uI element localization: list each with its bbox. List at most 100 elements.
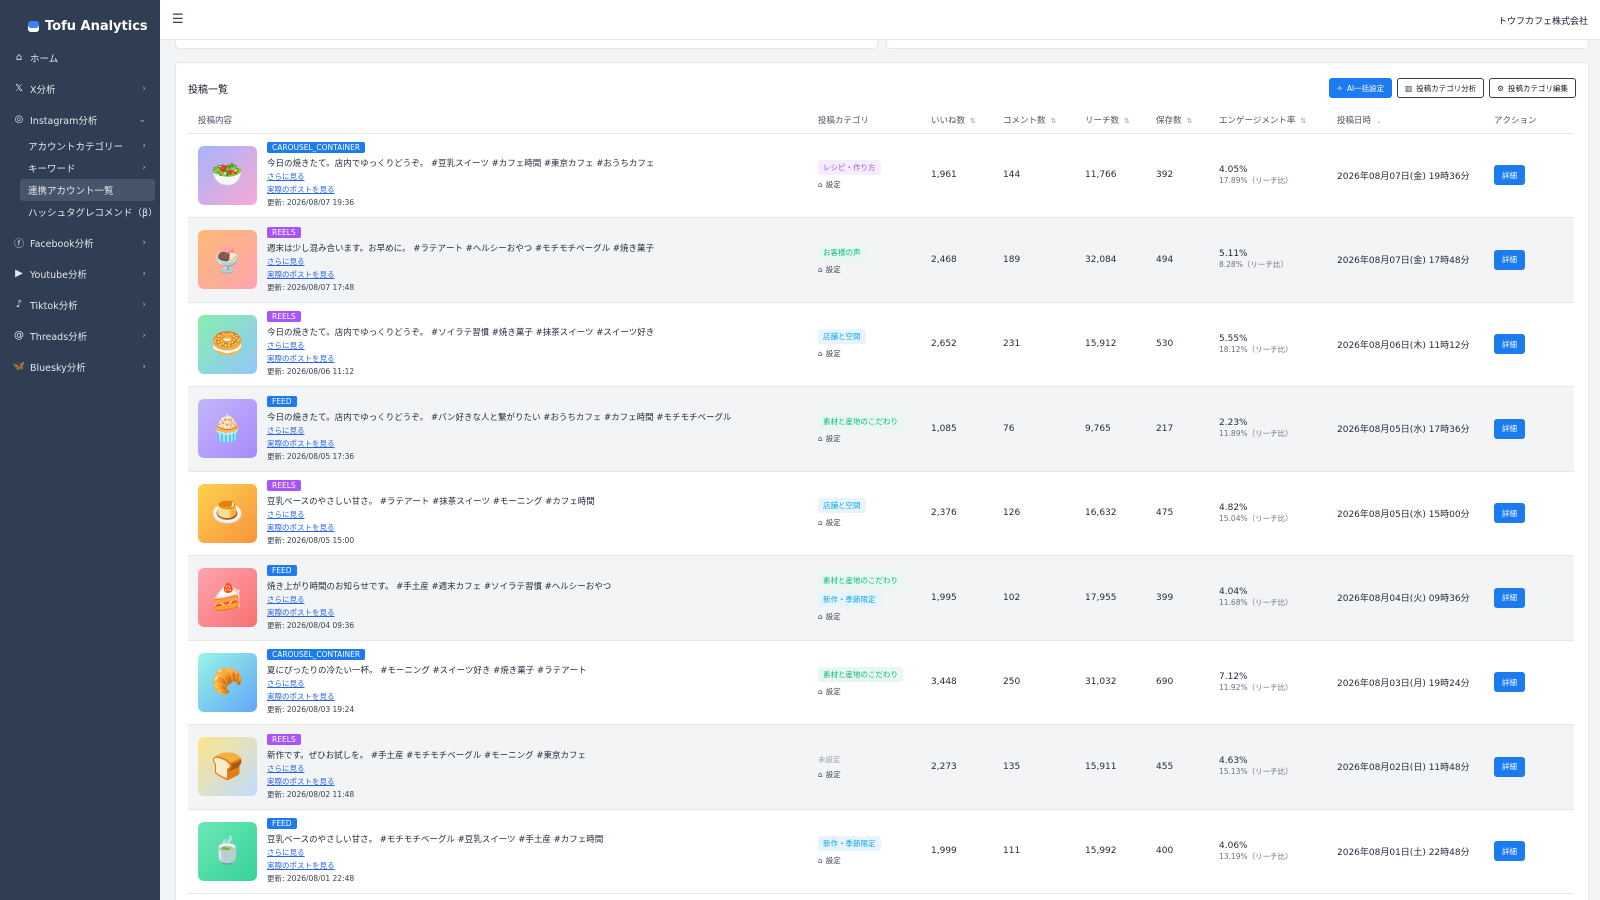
sort-desc-icon[interactable]: ⌄ — [1376, 117, 1382, 125]
view-post-link[interactable]: 実際のポストを見る — [267, 607, 611, 618]
see-more-link[interactable]: さらに見る — [267, 340, 654, 351]
brand[interactable]: Tofu Analytics — [0, 0, 160, 40]
column-header-1: 投稿カテゴリ — [808, 108, 921, 134]
sidebar-item-home[interactable]: ⌂ ホーム — [0, 42, 160, 73]
column-header-4[interactable]: リーチ数 ⇅ — [1075, 108, 1146, 134]
sort-icon[interactable]: ⇅ — [1051, 117, 1057, 125]
ai-bulk-setting-button[interactable]: ✧ AI一括設定 — [1328, 78, 1393, 98]
post-caption: 今日の焼きたて。店内でゆっくりどうぞ。 #ソイラテ習慣 #焼き菓子 #抹茶スイー… — [267, 328, 655, 339]
column-header-7[interactable]: 投稿日時 ⌄ — [1327, 108, 1484, 134]
post-content-cell: 🥗 CAROUSEL_CONTAINER 今日の焼きたて。店内でゆっくりどうぞ。 #… — [188, 133, 808, 218]
column-header-3[interactable]: コメント数 ⇅ — [993, 108, 1075, 134]
detail-button[interactable]: 詳細 — [1494, 756, 1525, 777]
view-post-link[interactable]: 実際のポストを見る — [267, 269, 654, 280]
instagram-icon: ◎ — [14, 114, 24, 125]
engagement: 5.55% 18.12%（リーチ比） — [1219, 334, 1327, 355]
sidebar-subitem-2[interactable]: 連携アカウント一覧 — [20, 179, 155, 201]
post-thumbnail[interactable]: 🥐 — [198, 652, 257, 712]
sidebar-item-facebook[interactable]: ⓕ Facebook分析 › — [0, 227, 160, 258]
sidebar-item-threads[interactable]: @ Threads分析 › — [0, 320, 160, 351]
engagement: 5.11% 8.28%（リーチ比） — [1219, 249, 1327, 270]
sidebar-item-youtube[interactable]: ▶ Youtube分析 › — [0, 258, 160, 289]
view-post-link[interactable]: 実際のポストを見る — [267, 184, 654, 195]
engagement-cell: 5.55% 18.12%（リーチ比） — [1209, 302, 1327, 387]
sidebar-item-tiktok[interactable]: ♪ Tiktok分析 › — [0, 289, 160, 320]
post-thumbnail[interactable]: 🍵 — [198, 821, 257, 881]
saves-count: 475 — [1156, 508, 1174, 519]
comments-count-cell: 250 — [993, 640, 1075, 725]
post-thumbnail[interactable]: 🍞 — [198, 737, 257, 797]
setting-label: 設定 — [825, 264, 841, 274]
view-post-link[interactable]: 実際のポストを見る — [267, 860, 603, 871]
category-setting-button[interactable]: ⌂ 設定 — [818, 855, 841, 866]
category-cell: お客様の声 ⌂ 設定 — [808, 217, 921, 303]
sort-icon[interactable]: ⇅ — [1187, 117, 1193, 125]
sort-icon[interactable]: ⇅ — [1300, 117, 1306, 125]
sidebar-subitem-1[interactable]: キーワード › — [0, 157, 160, 179]
chevron-icon: › — [142, 330, 146, 341]
detail-button[interactable]: 詳細 — [1494, 672, 1525, 693]
see-more-link[interactable]: さらに見る — [267, 509, 595, 520]
sort-icon[interactable]: ⇅ — [970, 117, 976, 125]
category-setting-button[interactable]: ⌂ 設定 — [818, 517, 841, 528]
action-cell: 詳細 — [1484, 640, 1574, 725]
view-post-link[interactable]: 実際のポストを見る — [267, 353, 654, 364]
sidebar-item-instagram[interactable]: ◎ Instagram分析 ⌄ — [0, 104, 160, 135]
post-thumbnail[interactable]: 🥯 — [198, 314, 257, 374]
category-setting-button[interactable]: ⌂ 設定 — [818, 686, 841, 697]
detail-button[interactable]: 詳細 — [1494, 841, 1525, 862]
detail-button[interactable]: 詳細 — [1494, 418, 1525, 439]
see-more-link[interactable]: さらに見る — [267, 678, 587, 689]
see-more-link[interactable]: さらに見る — [267, 847, 603, 858]
post-body: REELS 今日の焼きたて。店内でゆっくりどうぞ。 #ソイラテ習慣 #焼き菓子 #… — [267, 311, 654, 377]
category-analysis-button[interactable]: ▥ 投稿カテゴリ分析 — [1397, 78, 1485, 98]
post-content-cell: 🍮 REELS 豆乳ベースのやさしい甘さ。 #ラテアート #抹茶スイーツ #モーニン… — [188, 471, 808, 556]
tag-icon: ⌂ — [818, 518, 823, 528]
table-row: 🥐 CAROUSEL_CONTAINER 夏にぴったりの冷たい一杯。 #モーニング … — [188, 640, 1574, 725]
column-header-2[interactable]: いいね数 ⇅ — [921, 108, 993, 134]
post-thumbnail[interactable]: 🍨 — [198, 230, 257, 290]
post-date-cell: 2026年08月07日(金) 19時36分 — [1327, 133, 1484, 218]
view-post-link[interactable]: 実際のポストを見る — [267, 438, 731, 449]
hamburger-menu-icon[interactable]: ☰ — [172, 12, 184, 27]
category-tag: お客様の声 — [818, 244, 866, 260]
detail-button[interactable]: 詳細 — [1494, 249, 1525, 270]
category-setting-button[interactable]: ⌂ 設定 — [818, 433, 841, 444]
category-setting-button[interactable]: ⌂ 設定 — [818, 179, 841, 190]
post-thumbnail[interactable]: 🧁 — [198, 399, 257, 459]
detail-button[interactable]: 詳細 — [1494, 165, 1525, 186]
sidebar-subitem-0[interactable]: アカウントカテゴリー › — [0, 135, 160, 157]
column-header-5[interactable]: 保存数 ⇅ — [1146, 108, 1209, 134]
category-setting-button[interactable]: ⌂ 設定 — [818, 611, 841, 622]
card-actions: ✧ AI一括設定 ▥ 投稿カテゴリ分析 ⚙ 投稿カテゴリ編集 — [1328, 78, 1576, 98]
view-post-link[interactable]: 実際のポストを見る — [267, 776, 586, 787]
see-more-link[interactable]: さらに見る — [267, 763, 586, 774]
post-content-cell: 🍵 FEED 豆乳ベースのやさしい甘さ。 #モチモチベーグル #豆乳スイーツ #手土… — [188, 809, 808, 894]
category-setting-button[interactable]: ⌂ 設定 — [818, 348, 841, 359]
see-more-link[interactable]: さらに見る — [267, 594, 611, 605]
see-more-link[interactable]: さらに見る — [267, 256, 654, 267]
column-header-6[interactable]: エンゲージメント率 ⇅ — [1209, 108, 1327, 134]
sort-icon[interactable]: ⇅ — [1124, 117, 1130, 125]
post-thumbnail[interactable]: 🍮 — [198, 483, 257, 543]
detail-button[interactable]: 詳細 — [1494, 587, 1525, 608]
table-row: 🧁 FEED 今日の焼きたて。店内でゆっくりどうぞ。 #パン好きな人と繋がりたい #… — [188, 386, 1574, 472]
category-setting-button[interactable]: ⌂ 設定 — [818, 769, 841, 780]
chevron-icon: › — [142, 299, 146, 310]
view-post-link[interactable]: 実際のポストを見る — [267, 522, 595, 533]
detail-button[interactable]: 詳細 — [1494, 334, 1525, 355]
sidebar-item-bluesky[interactable]: 🦋 Bluesky分析 › — [0, 351, 160, 382]
sidebar-subitem-3[interactable]: ハッシュタグレコメンド（β） — [0, 201, 160, 223]
see-more-link[interactable]: さらに見る — [267, 425, 731, 436]
post-thumbnail[interactable]: 🍰 — [198, 568, 257, 628]
view-post-link[interactable]: 実際のポストを見る — [267, 691, 587, 702]
category-setting-button[interactable]: ⌂ 設定 — [818, 264, 841, 275]
sidebar-item-x-logo[interactable]: 𝕏 X分析 › — [0, 73, 160, 104]
category-edit-button[interactable]: ⚙ 投稿カテゴリ編集 — [1489, 78, 1576, 98]
detail-button[interactable]: 詳細 — [1494, 503, 1525, 524]
comments-count: 250 — [1003, 677, 1021, 688]
engagement-reach-ratio: 18.12%（リーチ比） — [1219, 344, 1293, 354]
category-tags: レシピ・作り方 ⌂ 設定 — [818, 160, 921, 190]
see-more-link[interactable]: さらに見る — [267, 171, 654, 182]
post-thumbnail[interactable]: 🥗 — [198, 145, 257, 205]
